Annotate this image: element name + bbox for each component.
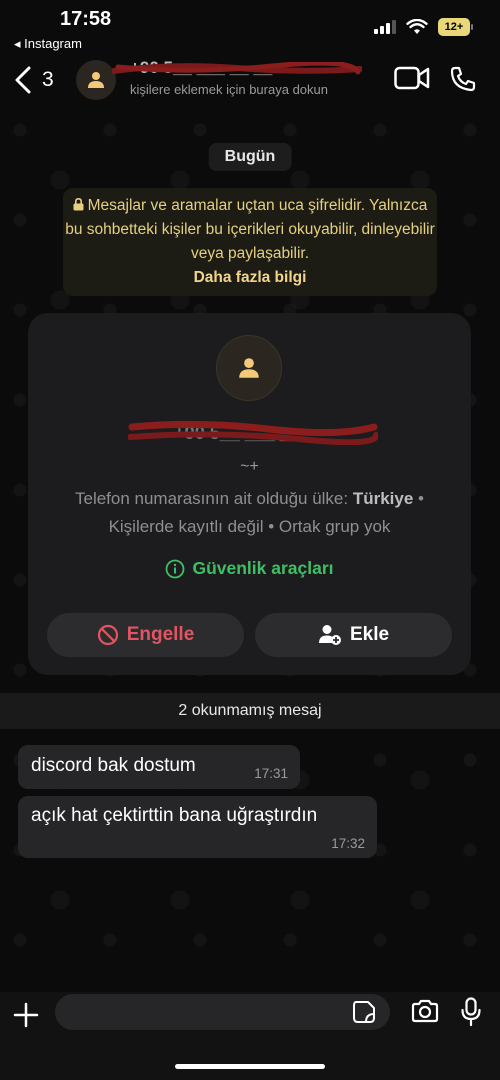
unknown-contact-card: +90 5__ ___ __ __ ~+ Telefon numarasının… — [28, 313, 471, 675]
redaction-scribble — [128, 420, 378, 445]
message-bubble[interactable]: açık hat çektirttin bana uğraştırdın 17:… — [18, 796, 377, 858]
contact-details: Telefon numarasının ait olduğu ülke: Tür… — [74, 489, 425, 536]
home-indicator — [175, 1064, 325, 1069]
message-time: 17:32 — [331, 836, 365, 851]
learn-more-link[interactable]: Daha fazla bilgi — [194, 269, 307, 286]
video-call-icon[interactable] — [394, 66, 430, 90]
info-icon — [166, 559, 185, 578]
country-label: Telefon numarasının ait olduğu ülke: — [74, 489, 349, 508]
status-time: 17:58 — [60, 8, 112, 30]
message-text: açık hat çektirttin bana uğraştırdın — [31, 805, 318, 826]
signal-icon — [374, 20, 396, 34]
attach-plus-icon[interactable] — [12, 1001, 40, 1029]
unread-divider: 2 okunmamış mesaj — [0, 693, 500, 729]
contact-username: ~+ — [240, 458, 259, 475]
unread-chats-count[interactable]: 3 — [42, 68, 54, 92]
message-bubble[interactable]: discord bak dostum 17:31 — [18, 745, 300, 789]
security-tools-link[interactable]: Güvenlik araçları — [28, 558, 471, 579]
battery-icon: 12+ — [438, 18, 473, 36]
phone-call-icon[interactable] — [450, 66, 476, 92]
encryption-notice[interactable]: Mesajlar ve aramalar uçtan uca şifrelidi… — [63, 188, 437, 296]
back-to-instagram[interactable]: ◂ Instagram — [14, 36, 82, 52]
add-contact-button[interactable]: Ekle — [255, 613, 452, 657]
camera-icon[interactable] — [411, 999, 439, 1023]
add-contact-hint[interactable]: kişilere eklemek için buraya dokun — [130, 82, 328, 97]
person-icon — [239, 358, 259, 378]
add-label: Ekle — [349, 624, 390, 645]
composer-bar — [0, 992, 500, 1080]
add-person-icon — [318, 625, 341, 645]
contact-avatar-large — [216, 335, 282, 401]
person-icon — [88, 72, 104, 88]
wifi-icon — [406, 19, 428, 34]
message-text: discord bak dostum — [31, 755, 196, 776]
date-chip: Bugün — [208, 143, 292, 171]
security-tools-label: Güvenlik araçları — [192, 558, 334, 578]
block-button[interactable]: Engelle — [47, 613, 244, 657]
lock-icon — [73, 197, 84, 211]
contact-status-line: Kişilerde kayıtlı değil • Ortak grup yok — [108, 517, 391, 536]
message-input[interactable] — [55, 994, 390, 1030]
contact-avatar[interactable] — [76, 60, 116, 100]
microphone-icon[interactable] — [460, 997, 482, 1027]
status-icons: 12+ — [374, 18, 473, 36]
redaction-scribble — [112, 62, 362, 75]
country-value: Türkiye — [352, 489, 414, 508]
block-label: Engelle — [126, 624, 195, 645]
sticker-icon[interactable] — [352, 1000, 376, 1024]
encryption-text: Mesajlar ve aramalar uçtan uca şifrelidi… — [65, 197, 435, 262]
chat-header: 3 +90 5__ ___ __ __ kişilere eklemek içi… — [0, 56, 500, 108]
block-icon — [97, 624, 118, 646]
message-time: 17:31 — [254, 766, 288, 781]
back-chevron-icon[interactable] — [14, 66, 32, 94]
